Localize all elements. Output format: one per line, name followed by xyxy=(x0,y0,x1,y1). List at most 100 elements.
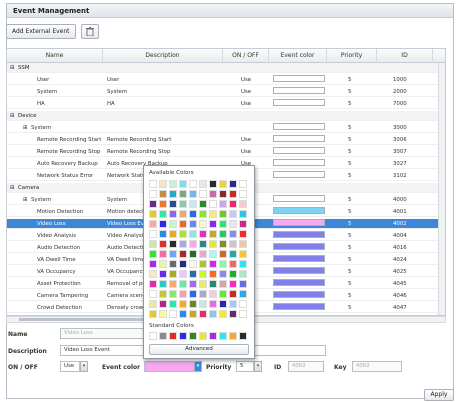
color-swatch[interactable] xyxy=(199,280,207,288)
color-swatch[interactable] xyxy=(179,260,187,268)
color-swatch[interactable] xyxy=(209,280,217,288)
color-swatch[interactable] xyxy=(159,180,167,188)
color-swatch[interactable] xyxy=(169,290,177,298)
advanced-button[interactable]: Advanced xyxy=(149,344,249,355)
delete-button[interactable] xyxy=(81,24,100,39)
color-swatch[interactable] xyxy=(189,280,197,288)
color-swatch[interactable] xyxy=(179,270,187,278)
color-swatch[interactable] xyxy=(189,220,197,228)
color-swatch[interactable] xyxy=(179,210,187,218)
color-swatch[interactable] xyxy=(199,310,207,318)
color-swatch[interactable] xyxy=(219,180,227,188)
standard-color-swatch[interactable] xyxy=(199,332,207,340)
color-swatch[interactable] xyxy=(199,270,207,278)
color-swatch[interactable] xyxy=(239,180,247,188)
color-swatch[interactable] xyxy=(219,270,227,278)
column-header-onoff[interactable]: ON / OFF xyxy=(223,49,269,63)
color-swatch[interactable] xyxy=(219,280,227,288)
color-swatch[interactable] xyxy=(239,260,247,268)
color-swatch[interactable] xyxy=(169,230,177,238)
color-swatch[interactable] xyxy=(199,250,207,258)
standard-color-swatch[interactable] xyxy=(179,332,187,340)
color-swatch[interactable] xyxy=(229,290,237,298)
color-swatch[interactable] xyxy=(179,280,187,288)
color-swatch[interactable] xyxy=(189,230,197,238)
color-swatch[interactable] xyxy=(179,310,187,318)
color-swatch[interactable] xyxy=(199,200,207,208)
id-field[interactable]: 4002 xyxy=(288,361,324,372)
color-swatch[interactable] xyxy=(149,210,157,218)
color-swatch[interactable] xyxy=(149,220,157,228)
color-swatch[interactable] xyxy=(149,200,157,208)
onoff-select[interactable]: Use xyxy=(60,361,80,372)
color-swatch[interactable] xyxy=(209,260,217,268)
color-swatch[interactable] xyxy=(159,280,167,288)
apply-button[interactable]: Apply xyxy=(424,389,454,401)
row-event-color-swatch[interactable] xyxy=(273,231,325,238)
color-swatch[interactable] xyxy=(169,240,177,248)
color-swatch[interactable] xyxy=(169,250,177,258)
color-swatch[interactable] xyxy=(239,220,247,228)
color-swatch[interactable] xyxy=(229,270,237,278)
color-swatch[interactable] xyxy=(159,300,167,308)
expand-icon[interactable]: ⊞ xyxy=(23,123,28,133)
row-event-color-swatch[interactable] xyxy=(273,159,325,166)
color-swatch[interactable] xyxy=(149,190,157,198)
row-event-color-swatch[interactable] xyxy=(273,255,325,262)
standard-color-swatch[interactable] xyxy=(229,332,237,340)
color-swatch[interactable] xyxy=(209,200,217,208)
color-swatch[interactable] xyxy=(209,210,217,218)
table-row[interactable]: Remote Recording Start Remote Recording S… xyxy=(7,135,445,145)
color-swatch[interactable] xyxy=(159,190,167,198)
color-swatch[interactable] xyxy=(219,240,227,248)
table-row[interactable]: ⊞System530003 xyxy=(7,123,445,133)
color-swatch[interactable] xyxy=(229,310,237,318)
color-swatch[interactable] xyxy=(219,210,227,218)
color-swatch[interactable] xyxy=(179,190,187,198)
row-event-color-swatch[interactable] xyxy=(273,303,325,310)
color-swatch[interactable] xyxy=(209,190,217,198)
color-swatch[interactable] xyxy=(239,250,247,258)
group-row[interactable]: ⊟ Device xyxy=(7,111,445,121)
row-event-color-swatch[interactable] xyxy=(273,195,325,202)
color-swatch[interactable] xyxy=(179,180,187,188)
color-swatch[interactable] xyxy=(239,210,247,218)
color-swatch[interactable] xyxy=(149,260,157,268)
color-swatch[interactable] xyxy=(219,300,227,308)
row-event-color-swatch[interactable] xyxy=(273,291,325,298)
color-swatch[interactable] xyxy=(229,250,237,258)
color-swatch[interactable] xyxy=(219,310,227,318)
color-swatch[interactable] xyxy=(229,190,237,198)
color-swatch[interactable] xyxy=(179,290,187,298)
row-event-color-swatch[interactable] xyxy=(273,171,325,178)
column-header-id[interactable]: ID xyxy=(377,49,433,63)
color-swatch[interactable] xyxy=(159,250,167,258)
color-swatch[interactable] xyxy=(159,200,167,208)
table-row[interactable]: UserUserUse510001 xyxy=(7,75,445,85)
color-swatch[interactable] xyxy=(209,180,217,188)
color-swatch[interactable] xyxy=(149,250,157,258)
row-event-color-swatch[interactable] xyxy=(273,243,325,250)
color-swatch[interactable] xyxy=(159,220,167,228)
color-swatch[interactable] xyxy=(219,220,227,228)
color-swatch[interactable] xyxy=(149,230,157,238)
column-header-description[interactable]: Description xyxy=(103,49,223,63)
standard-color-swatch[interactable] xyxy=(239,332,247,340)
color-swatch[interactable] xyxy=(189,250,197,258)
color-swatch[interactable] xyxy=(169,270,177,278)
color-swatch[interactable] xyxy=(149,280,157,288)
table-row[interactable]: Remote Recording Stop Remote Recording St… xyxy=(7,147,445,157)
color-swatch[interactable] xyxy=(189,240,197,248)
color-swatch[interactable] xyxy=(239,240,247,248)
color-swatch[interactable] xyxy=(209,310,217,318)
color-swatch[interactable] xyxy=(189,180,197,188)
color-swatch[interactable] xyxy=(229,200,237,208)
color-swatch[interactable] xyxy=(169,190,177,198)
color-swatch[interactable] xyxy=(199,180,207,188)
row-event-color-swatch[interactable] xyxy=(273,87,325,94)
color-swatch[interactable] xyxy=(169,300,177,308)
color-swatch[interactable] xyxy=(239,310,247,318)
onoff-dropdown-icon[interactable]: ▾ xyxy=(80,361,88,372)
color-swatch[interactable] xyxy=(169,280,177,288)
color-swatch[interactable] xyxy=(159,260,167,268)
